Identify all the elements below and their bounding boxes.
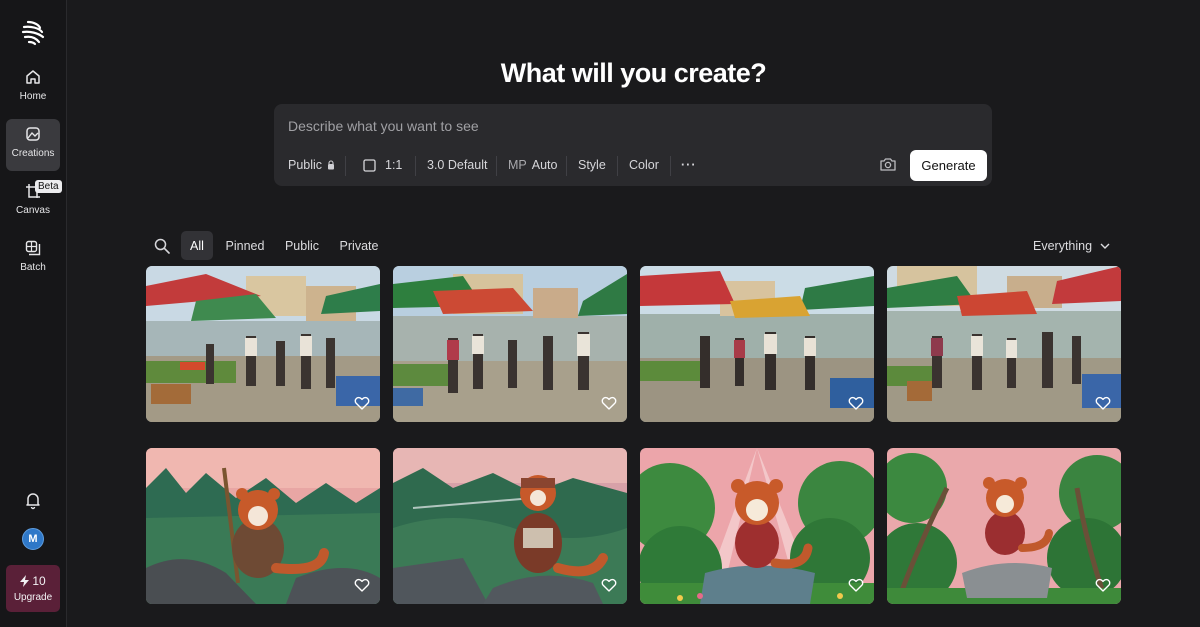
gallery-image-red-panda-3[interactable] [640,448,874,604]
search-icon[interactable] [154,238,170,254]
gallery-image-red-panda-1[interactable] [146,448,380,604]
toolbar-divider [415,156,416,176]
upgrade-button[interactable]: 10 Upgrade [6,565,60,612]
chevron-down-icon [1100,243,1110,249]
style-selector[interactable]: Style [578,157,606,173]
visibility-label: Public [288,158,323,172]
sidebar: Home Creations Canvas Beta Batch M 10 Up… [0,0,67,627]
more-options-label: ··· [681,158,697,172]
notifications-bell-icon[interactable] [23,490,43,510]
beta-badge: Beta [35,180,62,193]
lock-icon [328,160,335,170]
toolbar-divider [496,156,497,176]
heart-icon[interactable] [848,395,864,411]
upgrade-label: Upgrade [13,592,53,603]
heart-icon[interactable] [1095,577,1111,593]
sidebar-item-label: Creations [11,148,55,159]
model-label: 3.0 Default [427,158,488,172]
megapixel-selector[interactable]: MP Auto [508,157,557,173]
image-thumbnail [887,266,1121,422]
gallery-image-red-panda-4[interactable] [887,448,1121,604]
avatar[interactable]: M [22,528,44,550]
gallery-image-market-3[interactable] [640,266,874,422]
gallery-image-market-2[interactable] [393,266,627,422]
generate-button[interactable]: Generate [910,150,987,181]
heart-icon[interactable] [601,577,617,593]
sidebar-item-home[interactable]: Home [6,62,60,114]
sidebar-item-label: Canvas [16,205,50,216]
heart-icon[interactable] [354,395,370,411]
tab-all[interactable]: All [181,231,213,260]
sidebar-item-creations[interactable]: Creations [6,119,60,171]
model-selector[interactable]: 3.0 Default [427,157,487,173]
tab-public[interactable]: Public [280,231,324,260]
image-thumbnail [640,266,874,422]
creations-icon [26,127,40,141]
image-thumbnail [393,266,627,422]
heart-icon[interactable] [601,395,617,411]
aspect-ratio-label: 1:1 [385,158,403,172]
prompt-input[interactable] [288,116,968,136]
credits-value: 10 [32,574,46,588]
filter-dropdown-label: Everything [1033,239,1093,253]
image-thumbnail [640,448,874,604]
aspect-ratio-selector[interactable]: 1:1 [363,157,402,173]
toolbar-divider [345,156,346,176]
megapixel-label: MP [508,158,527,172]
image-thumbnail [887,448,1121,604]
sidebar-item-batch[interactable]: Batch [6,233,60,285]
app-logo-icon[interactable] [19,18,47,46]
toolbar-divider [670,156,671,176]
gallery-image-market-4[interactable] [887,266,1121,422]
tab-pinned[interactable]: Pinned [222,231,268,260]
image-thumbnail [146,448,380,604]
home-icon [26,70,40,84]
more-options-button[interactable]: ··· [681,157,697,173]
sidebar-item-label: Batch [20,262,46,273]
sidebar-item-label: Home [19,91,47,102]
batch-icon [25,240,41,256]
toolbar-divider [566,156,567,176]
tab-private[interactable]: Private [336,231,382,260]
color-selector[interactable]: Color [629,157,659,173]
image-thumbnail [146,266,380,422]
credits-count: 10 [20,574,46,588]
gallery-image-red-panda-2[interactable] [393,448,627,604]
lightning-icon [20,575,30,587]
megapixel-value: Auto [531,158,558,172]
heart-icon[interactable] [1095,395,1111,411]
visibility-toggle[interactable]: Public [288,157,335,173]
style-label: Style [578,158,606,172]
square-icon [363,158,376,172]
page-title: What will you create? [500,58,767,88]
heart-icon[interactable] [848,577,864,593]
filter-dropdown[interactable]: Everything [1033,239,1110,253]
gallery-image-market-1[interactable] [146,266,380,422]
camera-icon[interactable] [880,157,896,171]
toolbar-divider [617,156,618,176]
color-label: Color [629,158,659,172]
prompt-panel: Public 1:1 3.0 Default MP Auto Style Col… [274,104,992,186]
image-thumbnail [393,448,627,604]
heart-icon[interactable] [354,577,370,593]
